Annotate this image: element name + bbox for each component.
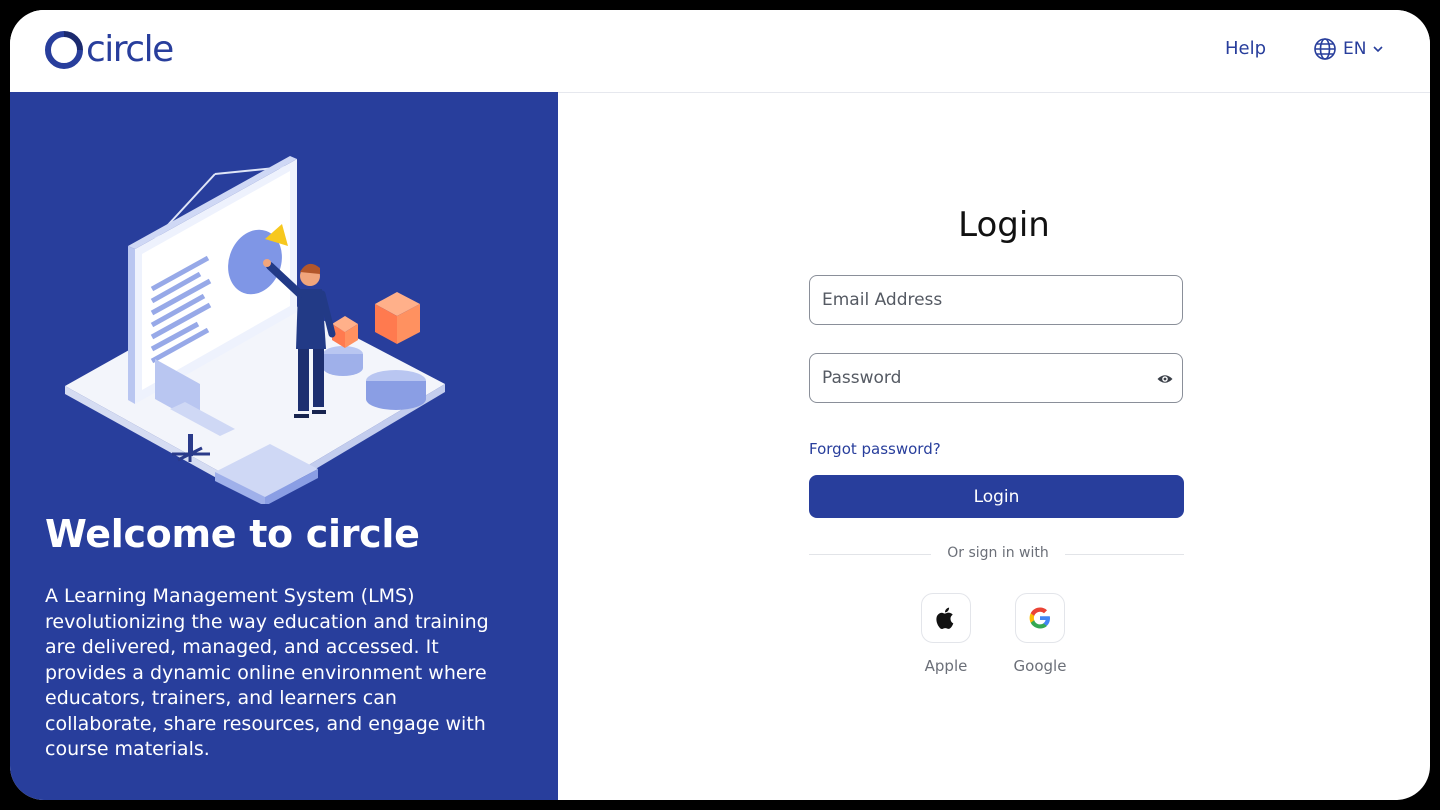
apple-label: Apple (924, 657, 968, 675)
google-signin-button[interactable] (1015, 593, 1065, 643)
apple-signin-button[interactable] (921, 593, 971, 643)
email-field[interactable] (809, 275, 1183, 325)
welcome-title: Welcome to circle (45, 512, 420, 556)
logo[interactable]: circle (44, 28, 174, 72)
google-label: Google (1013, 657, 1067, 675)
language-selector[interactable]: EN (1313, 37, 1384, 61)
top-header: circle Help EN (10, 10, 1430, 93)
circle-logo-icon (45, 31, 83, 69)
apple-icon (936, 607, 954, 629)
login-title: Login (958, 205, 1050, 245)
chevron-down-icon (1373, 46, 1384, 53)
welcome-panel: Welcome to circle A Learning Management … (10, 92, 558, 800)
divider-line-left (809, 554, 931, 555)
help-link[interactable]: Help (1225, 38, 1266, 59)
forgot-password-link[interactable]: Forgot password? (809, 440, 941, 458)
password-input[interactable] (822, 354, 1152, 402)
welcome-description: A Learning Management System (LMS) revol… (45, 585, 489, 760)
google-icon (1029, 607, 1050, 629)
language-code: EN (1343, 39, 1367, 59)
password-field[interactable] (809, 353, 1183, 403)
eye-icon[interactable] (1156, 370, 1174, 388)
logo-text: circle (86, 29, 174, 70)
divider-line-right (1065, 554, 1184, 555)
globe-icon (1314, 38, 1336, 60)
or-sign-in-text: Or sign in with (947, 545, 1049, 561)
presentation-illustration (65, 156, 445, 504)
app-window: circle Help EN Welcome to circle A Learn… (10, 10, 1430, 800)
login-button[interactable]: Login (809, 475, 1184, 518)
email-input[interactable] (822, 276, 1152, 324)
